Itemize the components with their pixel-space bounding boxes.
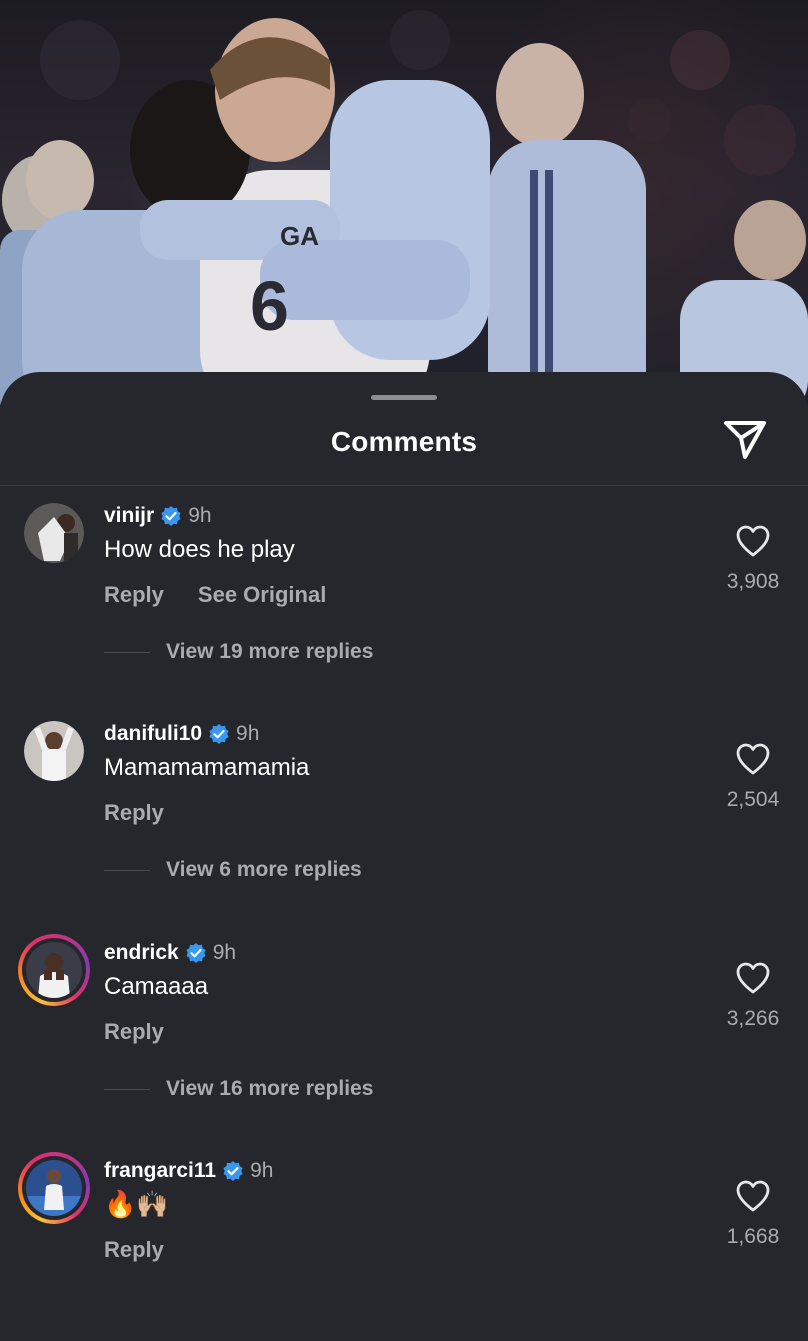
verified-badge-icon <box>222 1160 244 1182</box>
avatar-story-ring[interactable] <box>18 1152 90 1224</box>
post-photo: GA 6 <box>0 0 808 420</box>
replies-divider <box>104 651 150 653</box>
verified-badge-icon <box>160 505 182 527</box>
username[interactable]: frangarci11 <box>104 1159 216 1183</box>
reply-button[interactable]: Reply <box>104 800 164 826</box>
like-count: 1,668 <box>726 1225 780 1248</box>
comment-text: How does he play <box>104 536 295 563</box>
reply-button[interactable]: Reply <box>104 1237 164 1263</box>
sheet-title: Comments <box>330 426 478 457</box>
reply-button[interactable]: Reply <box>104 1019 164 1045</box>
avatar-story-ring[interactable] <box>18 934 90 1006</box>
timestamp: 9h <box>250 1159 274 1182</box>
replies-divider <box>104 1088 150 1090</box>
like-count: 2,504 <box>726 788 780 811</box>
svg-text:GA: GA <box>280 221 319 251</box>
comment-item: vinijr 9h How does he play Reply See Ori… <box>0 486 808 686</box>
timestamp: 9h <box>188 504 212 527</box>
username[interactable]: vinijr <box>104 504 154 528</box>
avatar <box>26 942 82 998</box>
heart-outline-icon[interactable] <box>735 742 771 776</box>
comment-item: danifuli10 9h Mamamamamamia Reply 2,504 … <box>0 704 808 904</box>
comment-item: endrick 9h Camaaaa Reply 3,266 View 16 m… <box>0 923 808 1123</box>
timestamp: 9h <box>236 722 260 745</box>
drag-handle[interactable] <box>371 395 437 400</box>
comment-text: Mamamamamamia <box>104 754 310 781</box>
view-replies-label: View 19 more replies <box>166 640 374 663</box>
timestamp: 9h <box>212 941 237 964</box>
heart-outline-icon[interactable] <box>735 961 771 995</box>
username[interactable]: danifuli10 <box>104 722 202 746</box>
replies-divider <box>104 869 150 871</box>
reply-button[interactable]: Reply <box>104 582 164 608</box>
verified-badge-icon <box>185 942 207 964</box>
svg-text:6: 6 <box>250 267 289 345</box>
username[interactable]: endrick <box>104 941 179 965</box>
view-replies-button[interactable]: View 19 more replies <box>104 640 373 664</box>
view-replies-button[interactable]: View 16 more replies <box>104 1077 373 1101</box>
view-replies-label: View 6 more replies <box>166 858 362 881</box>
comment-text: Camaaaa <box>104 973 209 1000</box>
see-original-button[interactable]: See Original <box>198 582 326 608</box>
comment-text: 🔥🙌🏼 <box>104 1189 169 1219</box>
comment-item: frangarci11 9h 🔥🙌🏼 Reply 1,668 <box>0 1141 808 1341</box>
like-count: 3,908 <box>726 570 780 593</box>
heart-outline-icon[interactable] <box>735 524 771 558</box>
view-replies-button[interactable]: View 6 more replies <box>104 858 362 882</box>
avatar[interactable] <box>24 503 84 563</box>
heart-outline-icon[interactable] <box>735 1179 771 1213</box>
avatar[interactable] <box>24 721 84 781</box>
verified-badge-icon <box>208 723 230 745</box>
send-icon[interactable] <box>721 418 769 462</box>
avatar <box>26 1160 82 1216</box>
view-replies-label: View 16 more replies <box>166 1077 374 1100</box>
like-count: 3,266 <box>726 1007 780 1030</box>
